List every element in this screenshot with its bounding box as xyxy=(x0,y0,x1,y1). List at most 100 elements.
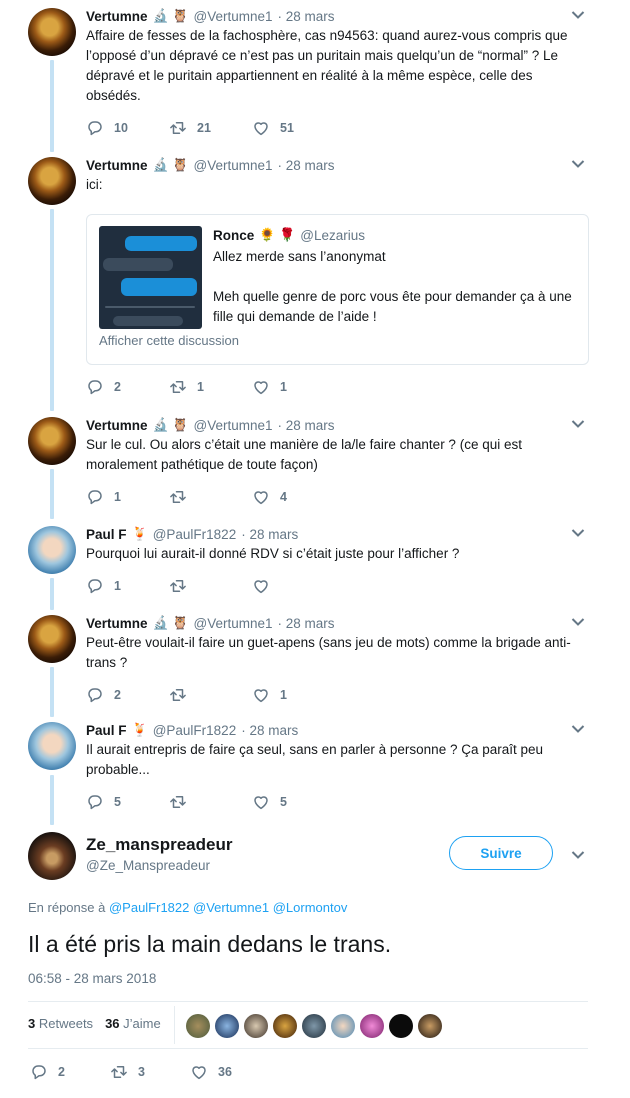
author-handle[interactable]: @PaulFr1822 xyxy=(153,723,237,738)
main-author-handle[interactable]: @Ze_Manspreadeur xyxy=(86,858,210,873)
tweet[interactable]: Paul F 🍹 @PaulFr1822 · 28 mars Il aurait… xyxy=(0,720,630,820)
like-button[interactable]: 5 xyxy=(252,793,335,811)
author-handle[interactable]: @PaulFr1822 xyxy=(153,527,237,542)
retweet-icon xyxy=(169,378,187,396)
tweet-date[interactable]: · 28 mars xyxy=(278,158,335,173)
tweet[interactable]: Vertumne 🔬 🦉 @Vertumne1 · 28 mars Peut-ê… xyxy=(0,613,630,713)
like-button[interactable] xyxy=(252,577,335,595)
like-button[interactable]: 1 xyxy=(252,686,335,704)
quoted-author-name[interactable]: Ronce xyxy=(213,228,254,243)
tweet-date[interactable]: · 28 mars xyxy=(278,418,335,433)
reply-count: 2 xyxy=(114,688,121,702)
name-emoji: 🌻 🌹 xyxy=(259,227,296,242)
author-name[interactable]: Paul F xyxy=(86,723,127,738)
reply-button[interactable]: 2 xyxy=(30,1063,110,1081)
main-timestamp[interactable]: 06:58 - 28 mars 2018 xyxy=(28,971,156,986)
author-name[interactable]: Vertumne xyxy=(86,418,148,433)
show-thread-link[interactable]: Afficher cette discussion xyxy=(99,333,239,348)
liker-avatar[interactable] xyxy=(273,1014,297,1038)
liker-avatar[interactable] xyxy=(389,1014,413,1038)
retweet-icon xyxy=(169,793,187,811)
reply-button[interactable]: 5 xyxy=(86,793,169,811)
chevron-down-icon[interactable] xyxy=(571,10,585,20)
like-button[interactable]: 51 xyxy=(252,119,335,137)
like-button[interactable]: 36 xyxy=(190,1063,270,1081)
tweet-date[interactable]: · 28 mars xyxy=(278,616,335,631)
heart-icon xyxy=(252,577,270,595)
retweet-button[interactable] xyxy=(169,488,252,506)
retweet-button[interactable] xyxy=(169,686,252,704)
tweet[interactable]: Vertumne 🔬 🦉 @Vertumne1 · 28 mars Affair… xyxy=(0,6,630,146)
chevron-down-icon[interactable] xyxy=(571,850,585,860)
quoted-tweet[interactable]: Ronce 🌻 🌹 @Lezarius Allez merde sans l’a… xyxy=(86,214,589,365)
liker-avatar[interactable] xyxy=(360,1014,384,1038)
mention-link[interactable]: @Lormontov xyxy=(273,900,348,915)
quoted-tweet-image[interactable] xyxy=(99,226,202,329)
tweet-date[interactable]: · 28 mars xyxy=(241,527,298,542)
follow-button[interactable]: Suivre xyxy=(449,836,553,870)
tweet[interactable]: Paul F 🍹 @PaulFr1822 · 28 mars Pourquoi … xyxy=(0,524,630,604)
tweet-text: Affaire de fesses de la fachosphère, cas… xyxy=(86,28,568,103)
like-count: 5 xyxy=(280,795,287,809)
liker-avatar[interactable] xyxy=(302,1014,326,1038)
chevron-down-icon[interactable] xyxy=(571,419,585,429)
heart-icon xyxy=(252,488,270,506)
liker-avatar[interactable] xyxy=(418,1014,442,1038)
author-name[interactable]: Vertumne xyxy=(86,616,148,631)
retweet-icon xyxy=(110,1063,128,1081)
quoted-line: Allez merde sans l’anonymat xyxy=(213,249,386,264)
avatar[interactable] xyxy=(28,417,76,465)
chevron-down-icon[interactable] xyxy=(571,617,585,627)
retweet-button[interactable] xyxy=(169,577,252,595)
author-name[interactable]: Vertumne xyxy=(86,9,148,24)
tweet-date[interactable]: · 28 mars xyxy=(278,9,335,24)
retweets-stat[interactable]: 3 Retweets xyxy=(28,1016,93,1031)
main-avatar[interactable] xyxy=(28,832,76,880)
mention-link[interactable]: @Vertumne1 xyxy=(193,900,269,915)
liker-avatar[interactable] xyxy=(215,1014,239,1038)
avatar[interactable] xyxy=(28,8,76,56)
quoted-author-handle[interactable]: @Lezarius xyxy=(300,228,365,243)
author-handle[interactable]: @Vertumne1 xyxy=(194,9,273,24)
retweet-button[interactable] xyxy=(169,793,252,811)
reply-button[interactable]: 10 xyxy=(86,119,169,137)
likes-stat[interactable]: 36 J’aime xyxy=(105,1016,161,1031)
avatar[interactable] xyxy=(28,722,76,770)
reply-icon xyxy=(86,488,104,506)
tweet-date[interactable]: · 28 mars xyxy=(241,723,298,738)
reply-button[interactable]: 2 xyxy=(86,378,169,396)
mention-link[interactable]: @PaulFr1822 xyxy=(109,900,189,915)
liker-avatar[interactable] xyxy=(186,1014,210,1038)
tweet[interactable]: Vertumne 🔬 🦉 @Vertumne1 · 28 mars Sur le… xyxy=(0,415,630,515)
reply-icon xyxy=(86,686,104,704)
author-name[interactable]: Vertumne xyxy=(86,158,148,173)
chevron-down-icon[interactable] xyxy=(571,159,585,169)
main-author-name[interactable]: Ze_manspreadeur xyxy=(86,835,232,855)
author-handle[interactable]: @Vertumne1 xyxy=(194,158,273,173)
liker-avatar[interactable] xyxy=(244,1014,268,1038)
retweet-button[interactable]: 3 xyxy=(110,1063,190,1081)
tweet-actions: 10 21 51 xyxy=(86,118,335,138)
heart-icon xyxy=(252,793,270,811)
reply-button[interactable]: 1 xyxy=(86,577,169,595)
retweet-button[interactable]: 21 xyxy=(169,119,252,137)
author-handle[interactable]: @Vertumne1 xyxy=(194,616,273,631)
like-count: 1 xyxy=(280,688,287,702)
like-button[interactable]: 1 xyxy=(252,378,335,396)
tweet[interactable]: Vertumne 🔬 🦉 @Vertumne1 · 28 mars ici: R… xyxy=(0,155,630,405)
liker-avatar[interactable] xyxy=(331,1014,355,1038)
like-button[interactable]: 4 xyxy=(252,488,335,506)
chevron-down-icon[interactable] xyxy=(571,528,585,538)
chevron-down-icon[interactable] xyxy=(571,724,585,734)
heart-icon xyxy=(252,378,270,396)
retweet-button[interactable]: 1 xyxy=(169,378,252,396)
reply-button[interactable]: 2 xyxy=(86,686,169,704)
reply-button[interactable]: 1 xyxy=(86,488,169,506)
tweet-text: Pourquoi lui aurait-il donné RDV si c’ét… xyxy=(86,546,460,561)
retweet-icon xyxy=(169,119,187,137)
avatar[interactable] xyxy=(28,526,76,574)
avatar[interactable] xyxy=(28,157,76,205)
avatar[interactable] xyxy=(28,615,76,663)
author-handle[interactable]: @Vertumne1 xyxy=(194,418,273,433)
author-name[interactable]: Paul F xyxy=(86,527,127,542)
